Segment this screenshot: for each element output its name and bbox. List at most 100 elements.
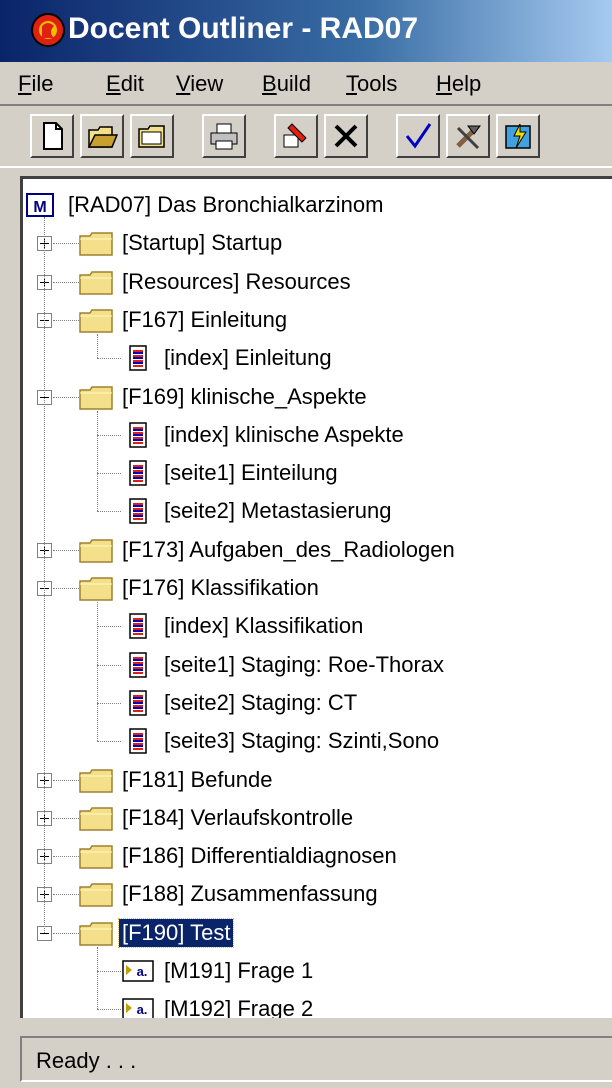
page-icon <box>129 422 147 448</box>
folder-button[interactable] <box>130 114 174 158</box>
tree-connector <box>97 946 98 1010</box>
tree-connector <box>53 932 79 934</box>
menu-help[interactable]: Help <box>436 71 481 97</box>
tree-node[interactable]: [F181] Befunde <box>79 762 275 798</box>
menu-mnemonic: B <box>262 71 277 96</box>
status-text: Ready . . . <box>36 1048 137 1073</box>
folder-icon <box>79 309 113 333</box>
tree-node[interactable]: [F167] Einleitung <box>79 302 290 338</box>
tools-icon <box>456 125 481 150</box>
tree-node-label: [RAD07] Das Bronchialkarzinom <box>68 192 384 217</box>
menu-label-rest: ools <box>357 71 398 96</box>
folder-icon <box>79 538 113 563</box>
page-icon <box>129 613 147 640</box>
status-bar: Ready . . . <box>0 1028 612 1088</box>
menu-mnemonic: H <box>436 71 452 96</box>
tree-connector <box>53 281 79 283</box>
tree-node-label: [index] Klassifikation <box>164 613 364 639</box>
menu-file[interactable]: File <box>18 71 53 97</box>
menu-build[interactable]: Build <box>262 71 311 97</box>
printer-button[interactable] <box>202 114 246 158</box>
menu-tools[interactable]: Tools <box>346 71 397 97</box>
tree-node[interactable]: M [RAD07] Das Bronchialkarzinom <box>25 187 386 223</box>
tree-connector <box>53 779 79 781</box>
menu-mnemonic: E <box>106 71 121 96</box>
tree-node[interactable]: [index] Klassifikation <box>121 608 366 644</box>
check-button[interactable] <box>396 114 440 158</box>
tree-node-label: [seite1] Staging: Roe-Thorax <box>164 651 445 677</box>
tree-node[interactable]: [seite2] Staging: CT <box>121 685 360 721</box>
tree-connector <box>97 358 121 360</box>
edit-node-button[interactable] <box>274 114 318 158</box>
build-button[interactable] <box>496 114 540 158</box>
tree-connector <box>53 856 79 858</box>
tree-node[interactable]: [seite1] Einteilung <box>121 455 341 491</box>
status-pane: Ready . . . <box>20 1036 612 1082</box>
folder-icon <box>79 768 113 793</box>
menu-bar: File Edit View Build Tools Help <box>0 62 612 105</box>
page-icon <box>129 690 147 716</box>
outline-tree[interactable]: M [RAD07] Das Bronchialkarzinom [Startup] … <box>20 176 612 1018</box>
tree-node[interactable]: [F176] Klassifikation <box>79 570 322 606</box>
tree-node[interactable]: [F188] Zusammenfassung <box>79 876 381 912</box>
tree-node[interactable]: [F173] Aufgaben_des_Radiologen <box>79 532 458 568</box>
tree-connector <box>53 319 79 321</box>
page-icon <box>129 460 147 486</box>
tree-node-label: [index] klinische Aspekte <box>164 421 404 447</box>
menu-view[interactable]: View <box>176 71 223 97</box>
tree-connector <box>97 1009 121 1011</box>
menu-mnemonic: F <box>18 71 32 96</box>
build-icon <box>505 123 531 149</box>
title-bar[interactable]: Docent Outliner - RAD07 <box>0 0 612 62</box>
new-document-icon <box>43 122 63 150</box>
tree-node[interactable]: [Startup] Startup <box>79 225 285 261</box>
app-window: Docent Outliner - RAD07 File Edit View Buil… <box>0 0 612 1088</box>
svg-text:a.: a. <box>137 1002 148 1017</box>
page-icon <box>129 498 147 525</box>
open-folder-icon <box>87 126 118 148</box>
tree-node[interactable]: [F190] Test <box>79 915 235 951</box>
tree-node-label: [F190] Test <box>117 917 235 948</box>
delete-icon <box>334 124 358 148</box>
tree-node[interactable]: [Resources] Resources <box>79 264 354 300</box>
tree-node[interactable]: a. [M191] Frage 1 <box>121 953 316 989</box>
tree-connector <box>97 333 98 359</box>
tree-node[interactable]: [F184] Verlaufskontrolle <box>79 800 356 836</box>
tree-node[interactable]: a. [M192] Frage 2 <box>121 991 316 1018</box>
tree-node-label: [F169] klinische_Aspekte <box>122 383 367 409</box>
tree-node[interactable]: [seite3] Staging: Szinti,Sono <box>121 723 442 759</box>
module-icon: M <box>26 193 54 217</box>
question-icon: a. <box>122 998 154 1018</box>
tools-button[interactable] <box>446 114 490 158</box>
menu-mnemonic: V <box>176 71 191 96</box>
tree-connector <box>97 626 121 628</box>
tree-node-label: [F167] Einleitung <box>122 306 288 332</box>
window-title: Docent Outliner - RAD07 <box>68 12 419 45</box>
tree-node-label: [seite2] Staging: CT <box>164 689 358 715</box>
open-folder-button[interactable] <box>80 114 124 158</box>
tree-node[interactable]: [seite2] Metastasierung <box>121 493 394 529</box>
page-icon <box>129 345 147 371</box>
tree-connector <box>97 602 98 742</box>
tree-node[interactable]: [F169] klinische_Aspekte <box>79 379 370 415</box>
folder-icon <box>79 921 113 946</box>
folder-icon <box>79 270 113 295</box>
tree-node[interactable]: [index] Einleitung <box>121 340 335 376</box>
folder-icon <box>79 385 113 410</box>
new-document-button[interactable] <box>30 114 74 158</box>
menu-mnemonic: T <box>346 71 357 96</box>
menu-edit[interactable]: Edit <box>106 71 144 97</box>
menu-label-rest: uild <box>276 71 311 96</box>
tree-node[interactable]: [F186] Differentialdiagnosen <box>79 838 400 874</box>
tree-node-label: [F188] Zusammenfassung <box>122 881 378 907</box>
page-icon <box>129 728 147 754</box>
tree-node[interactable]: [seite1] Staging: Roe-Thorax <box>121 647 447 683</box>
tree-node-label: [M191] Frage 1 <box>164 958 314 983</box>
tree-node[interactable]: [index] klinische Aspekte <box>121 417 407 453</box>
tree-node-label: [M192] Frage 2 <box>164 996 314 1018</box>
folder-icon <box>138 125 165 148</box>
tree-connector <box>53 396 79 398</box>
delete-button[interactable] <box>324 114 368 158</box>
tree-node-label: [seite2] Metastasierung <box>164 498 392 524</box>
tree-node-label: [F176] Klassifikation <box>122 575 319 600</box>
